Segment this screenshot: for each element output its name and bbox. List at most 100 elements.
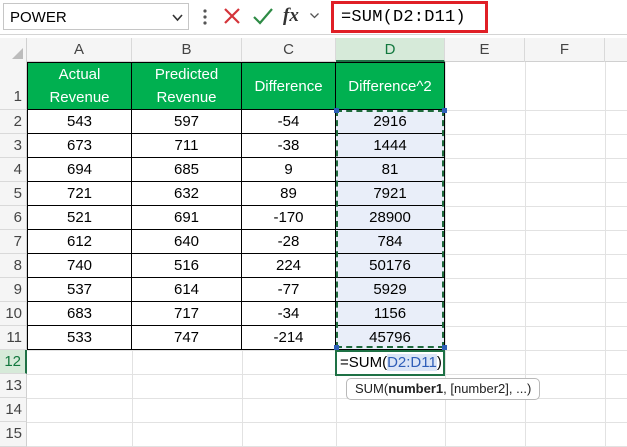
tooltip-function: SUM( bbox=[355, 381, 389, 396]
cell-difference-squared[interactable]: 1444 bbox=[336, 134, 445, 158]
name-box-value: POWER bbox=[10, 9, 67, 26]
cell-actual-revenue[interactable]: 533 bbox=[27, 326, 132, 350]
row-header-9[interactable]: 9 bbox=[0, 278, 27, 302]
tooltip-current-argument[interactable]: number1 bbox=[388, 381, 443, 396]
name-box[interactable]: POWER bbox=[3, 3, 189, 30]
header-cell-difference[interactable]: Difference bbox=[242, 62, 336, 110]
cell-difference[interactable]: 89 bbox=[242, 182, 336, 206]
row-header-13[interactable]: 13 bbox=[0, 374, 27, 398]
header-cell-predicted-revenue[interactable]: Predicted Revenue bbox=[132, 62, 242, 110]
cell-difference-squared[interactable]: 7921 bbox=[336, 182, 445, 206]
column-header-d[interactable]: D bbox=[336, 38, 445, 62]
cell-predicted-revenue[interactable]: 711 bbox=[132, 134, 242, 158]
header-label: Actual Revenue bbox=[49, 63, 109, 109]
row-header-4[interactable]: 4 bbox=[0, 158, 27, 182]
formula-range-reference: D2:D11 bbox=[387, 354, 437, 371]
cell-actual-revenue[interactable]: 521 bbox=[27, 206, 132, 230]
cell-actual-revenue[interactable]: 612 bbox=[27, 230, 132, 254]
active-cell-d12[interactable]: =SUM(D2:D11) bbox=[335, 350, 445, 376]
header-line: Predicted bbox=[154, 66, 219, 83]
cell-actual-revenue[interactable]: 543 bbox=[27, 110, 132, 134]
cell-predicted-revenue[interactable]: 632 bbox=[132, 182, 242, 206]
row-header-2[interactable]: 2 bbox=[0, 110, 27, 134]
formula-suffix: ) bbox=[436, 354, 442, 371]
select-all-triangle-icon bbox=[12, 48, 23, 59]
header-line: Actual bbox=[58, 66, 101, 83]
formula-bar: POWER fx =SUM(D2:D11) bbox=[0, 0, 627, 34]
cell-difference-squared[interactable]: 45796 bbox=[336, 326, 445, 350]
cell-actual-revenue[interactable]: 537 bbox=[27, 278, 132, 302]
cell-difference-squared[interactable]: 2916 bbox=[336, 110, 445, 134]
chevron-down-icon[interactable] bbox=[171, 11, 184, 24]
row-header-15[interactable]: 15 bbox=[0, 422, 27, 447]
cell-predicted-revenue[interactable]: 691 bbox=[132, 206, 242, 230]
cell-difference-squared[interactable]: 5929 bbox=[336, 278, 445, 302]
cell-actual-revenue[interactable]: 721 bbox=[27, 182, 132, 206]
row-header-6[interactable]: 6 bbox=[0, 206, 27, 230]
enter-check-icon[interactable] bbox=[252, 5, 274, 27]
cell-difference[interactable]: 9 bbox=[242, 158, 336, 182]
range-handle[interactable] bbox=[442, 108, 447, 113]
formula-prefix: =SUM( bbox=[340, 354, 388, 371]
select-all-button[interactable] bbox=[0, 38, 27, 62]
formula-text: =SUM(D2:D11) bbox=[341, 8, 466, 27]
cell-predicted-revenue[interactable]: 614 bbox=[132, 278, 242, 302]
column-header-c[interactable]: C bbox=[242, 38, 336, 62]
cell-predicted-revenue[interactable]: 640 bbox=[132, 230, 242, 254]
header-label: Difference^2 bbox=[348, 77, 432, 95]
column-header-f[interactable]: F bbox=[525, 38, 605, 62]
header-cell-actual-revenue[interactable]: Actual Revenue bbox=[27, 62, 132, 110]
chevron-down-icon[interactable] bbox=[309, 10, 320, 21]
gridline bbox=[27, 374, 627, 375]
header-line: Revenue bbox=[49, 89, 110, 106]
row-header-11[interactable]: 11 bbox=[0, 326, 27, 350]
row-header-8[interactable]: 8 bbox=[0, 254, 27, 278]
gridline bbox=[27, 350, 627, 351]
column-header-a[interactable]: A bbox=[27, 38, 132, 62]
cell-difference[interactable]: -77 bbox=[242, 278, 336, 302]
cell-difference-squared[interactable]: 784 bbox=[336, 230, 445, 254]
column-header-b[interactable]: B bbox=[132, 38, 242, 62]
cell-difference[interactable]: -170 bbox=[242, 206, 336, 230]
header-cell-difference-squared[interactable]: Difference^2 bbox=[336, 62, 445, 110]
cell-predicted-revenue[interactable]: 717 bbox=[132, 302, 242, 326]
cell-actual-revenue[interactable]: 740 bbox=[27, 254, 132, 278]
cell-difference[interactable]: -38 bbox=[242, 134, 336, 158]
range-handle[interactable] bbox=[334, 108, 339, 113]
cell-actual-revenue[interactable]: 673 bbox=[27, 134, 132, 158]
more-options-icon[interactable] bbox=[203, 8, 207, 26]
cell-predicted-revenue[interactable]: 747 bbox=[132, 326, 242, 350]
row-header-12[interactable]: 12 bbox=[0, 350, 27, 374]
cell-difference[interactable]: 224 bbox=[242, 254, 336, 278]
cell-actual-revenue[interactable]: 683 bbox=[27, 302, 132, 326]
cell-difference-squared[interactable]: 50176 bbox=[336, 254, 445, 278]
cell-difference[interactable]: -54 bbox=[242, 110, 336, 134]
cell-actual-revenue[interactable]: 694 bbox=[27, 158, 132, 182]
cell-difference[interactable]: -28 bbox=[242, 230, 336, 254]
insert-function-icon[interactable]: fx bbox=[283, 5, 307, 27]
formula-input[interactable]: =SUM(D2:D11) bbox=[331, 1, 488, 33]
row-header-5[interactable]: 5 bbox=[0, 182, 27, 206]
cancel-icon[interactable] bbox=[222, 5, 242, 27]
cell-difference-squared[interactable]: 81 bbox=[336, 158, 445, 182]
row-header-1[interactable]: 1 bbox=[0, 62, 27, 110]
row-header-14[interactable]: 14 bbox=[0, 398, 27, 422]
header-label: Difference bbox=[254, 77, 323, 95]
cell-predicted-revenue[interactable]: 516 bbox=[132, 254, 242, 278]
formula-bar-divider bbox=[0, 34, 627, 35]
cell-difference-squared[interactable]: 28900 bbox=[336, 206, 445, 230]
cell-predicted-revenue[interactable]: 597 bbox=[132, 110, 242, 134]
header-line: Revenue bbox=[156, 89, 217, 106]
cell-difference[interactable]: -214 bbox=[242, 326, 336, 350]
row-header-3[interactable]: 3 bbox=[0, 134, 27, 158]
gridline bbox=[27, 422, 627, 423]
header-label: Predicted Revenue bbox=[155, 63, 218, 109]
row-header-7[interactable]: 7 bbox=[0, 230, 27, 254]
row-header-10[interactable]: 10 bbox=[0, 302, 27, 326]
cell-difference-squared[interactable]: 1156 bbox=[336, 302, 445, 326]
function-argument-tooltip[interactable]: SUM(number1, [number2], ...) bbox=[346, 378, 541, 400]
column-header-e[interactable]: E bbox=[445, 38, 525, 62]
cell-predicted-revenue[interactable]: 685 bbox=[132, 158, 242, 182]
tooltip-remaining-arguments: , [number2], ...) bbox=[443, 381, 532, 396]
cell-difference[interactable]: -34 bbox=[242, 302, 336, 326]
